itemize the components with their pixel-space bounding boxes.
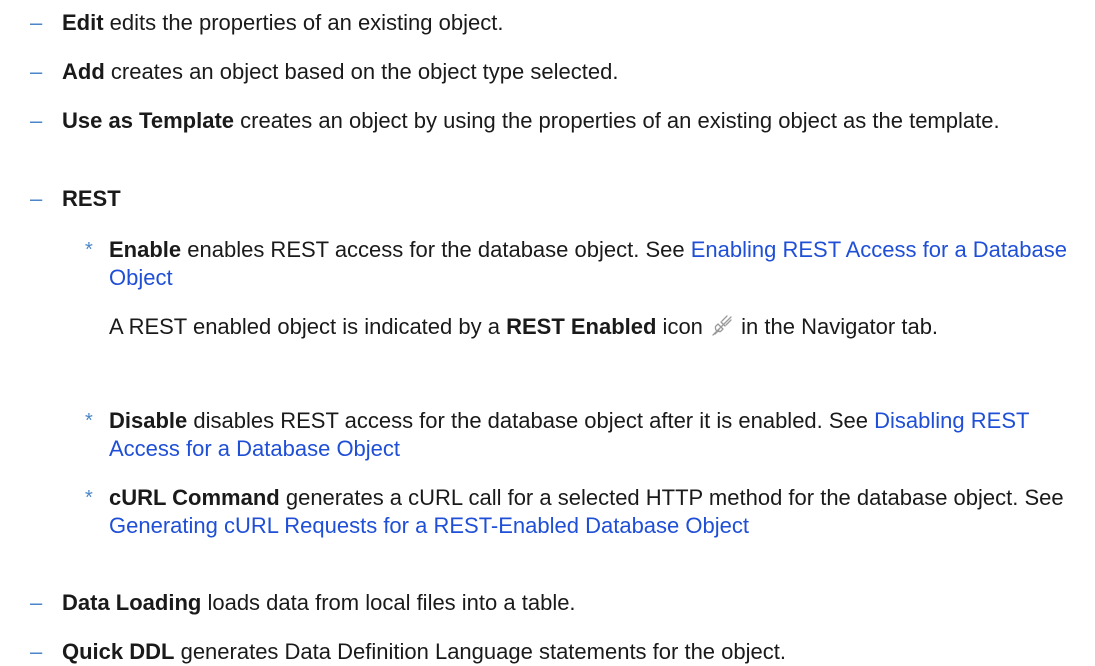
dash-marker: –: [30, 186, 43, 211]
sub-item-text: Disable disables REST access for the dat…: [109, 407, 1069, 463]
star-marker: *: [85, 410, 93, 432]
item-text: Use as Template creates an object by usi…: [62, 107, 1072, 135]
dash-marker: –: [30, 10, 43, 35]
dash-marker: –: [30, 59, 43, 84]
note-before: A REST enabled object is indicated by a: [109, 314, 507, 339]
desc-edit: edits the properties of an existing obje…: [103, 10, 504, 35]
note-after: in the Navigator tab.: [735, 314, 939, 339]
desc-disable: disables REST access for the database ob…: [187, 408, 875, 433]
term-enable: Enable: [109, 237, 182, 262]
term-rest-enabled: REST Enabled: [506, 314, 657, 339]
plug-icon: [711, 314, 733, 336]
sub-item-text: cURL Command generates a cURL call for a…: [109, 484, 1069, 540]
desc-enable: enables REST access for the database obj…: [181, 237, 691, 262]
term-use-as-template: Use as Template: [62, 108, 235, 133]
desc-use-as-template: creates an object by using the propertie…: [234, 108, 1000, 133]
sub-item-text: Enable enables REST access for the datab…: [109, 236, 1069, 292]
item-text: REST: [62, 185, 1072, 213]
term-edit: Edit: [62, 10, 104, 35]
desc-quick-ddl: generates Data Definition Language state…: [174, 639, 786, 664]
item-text: Data Loading loads data from local files…: [62, 589, 1072, 617]
term-quick-ddl: Quick DDL: [62, 639, 175, 664]
item-text: Edit edits the properties of an existing…: [62, 9, 1072, 37]
item-text: Quick DDL generates Data Definition Lang…: [62, 638, 1072, 666]
note-middle: icon: [656, 314, 710, 339]
star-marker: *: [85, 487, 93, 509]
term-add: Add: [62, 59, 105, 84]
term-rest: REST: [62, 186, 121, 211]
dash-marker: –: [30, 590, 43, 615]
dash-marker: –: [30, 108, 43, 133]
desc-curl-command: generates a cURL call for a selected HTT…: [279, 485, 1064, 510]
star-marker: *: [85, 239, 93, 261]
item-text: Add creates an object based on the objec…: [62, 58, 1072, 86]
note-text: A REST enabled object is indicated by a …: [109, 313, 1069, 341]
dash-marker: –: [30, 639, 43, 664]
desc-data-loading: loads data from local files into a table…: [201, 590, 576, 615]
term-curl-command: cURL Command: [109, 485, 280, 510]
desc-add: creates an object based on the object ty…: [104, 59, 619, 84]
term-disable: Disable: [109, 408, 188, 433]
link-generating-curl-requests[interactable]: Generating cURL Requests for a REST-Enab…: [109, 513, 749, 538]
term-data-loading: Data Loading: [62, 590, 202, 615]
